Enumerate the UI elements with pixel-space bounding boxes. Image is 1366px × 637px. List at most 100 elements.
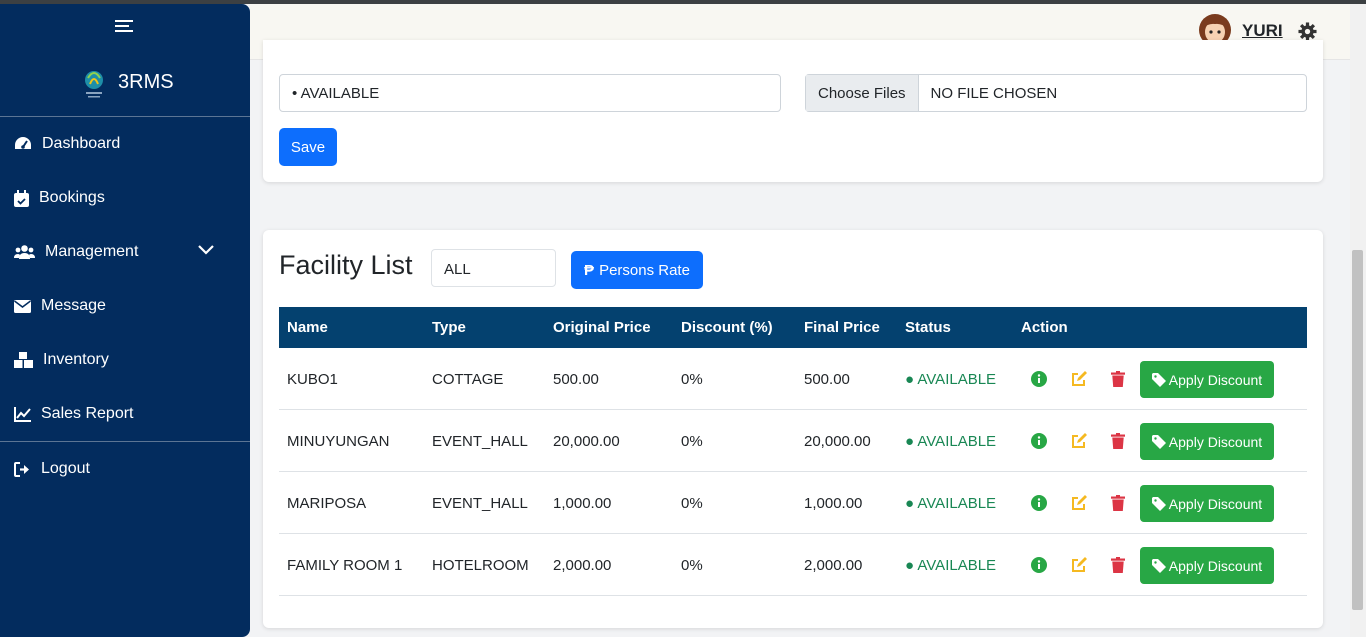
cell-name: MINUYUNGAN	[287, 433, 390, 450]
cell-original-price: 2,000.00	[553, 557, 612, 574]
table-header: Name Type Original Price Discount (%) Fi…	[279, 307, 1307, 348]
column-header: Discount (%)	[681, 319, 773, 336]
cell-final-price: 20,000.00	[804, 433, 871, 450]
trash-icon[interactable]	[1111, 371, 1125, 387]
facility-form-card: • AVAILABLE Choose Files NO FILE CHOSEN …	[263, 40, 1323, 182]
persons-rate-button[interactable]: ₱ Persons Rate	[571, 251, 703, 289]
column-header: Status	[905, 319, 951, 336]
status-badge: ● AVAILABLE	[905, 433, 997, 450]
tag-icon	[1151, 558, 1166, 573]
cell-type: COTTAGE	[432, 371, 504, 388]
edit-icon[interactable]	[1071, 495, 1088, 511]
cell-type: EVENT_HALL	[432, 495, 528, 512]
status-badge: ● AVAILABLE	[905, 557, 997, 574]
logout-icon	[14, 461, 29, 477]
cell-type: HOTELROOM	[432, 557, 529, 574]
trash-icon[interactable]	[1111, 495, 1125, 511]
apply-discount-label: Apply Discount	[1168, 557, 1263, 574]
edit-icon[interactable]	[1071, 433, 1088, 449]
column-header: Type	[432, 319, 466, 336]
sidebar-item-label: Message	[41, 297, 106, 314]
apply-discount-button[interactable]: Apply Discount	[1140, 423, 1274, 460]
sidebar-item-bookings[interactable]: Bookings	[14, 189, 234, 207]
status-badge: ● AVAILABLE	[905, 371, 997, 388]
edit-icon[interactable]	[1071, 557, 1088, 573]
tag-icon	[1151, 496, 1166, 511]
hamburger-menu-icon[interactable]	[115, 20, 133, 34]
cell-type: EVENT_HALL	[432, 433, 528, 450]
cell-discount: 0%	[681, 557, 703, 574]
cell-name: FAMILY ROOM 1	[287, 557, 403, 574]
sidebar-item-label: Sales Report	[41, 405, 134, 422]
trash-icon[interactable]	[1111, 557, 1125, 573]
table-row: FAMILY ROOM 1 HOTELROOM 2,000.00 0% 2,00…	[279, 534, 1307, 596]
apply-discount-button[interactable]: Apply Discount	[1140, 547, 1274, 584]
calendar-check-icon	[14, 189, 29, 207]
sidebar-divider	[0, 441, 250, 442]
facility-list-title: Facility List	[279, 250, 413, 280]
sidebar-item-label: Inventory	[43, 351, 109, 368]
apply-discount-label: Apply Discount	[1168, 495, 1263, 512]
scrollbar-thumb[interactable]	[1352, 250, 1363, 610]
cell-final-price: 2,000.00	[804, 557, 863, 574]
cell-original-price: 1,000.00	[553, 495, 612, 512]
file-upload-input[interactable]: Choose Files NO FILE CHOSEN	[805, 74, 1307, 112]
info-icon[interactable]	[1031, 371, 1047, 387]
cell-name: KUBO1	[287, 371, 338, 388]
dashboard-icon	[15, 137, 31, 149]
sidebar-item-label: Management	[45, 243, 139, 260]
facility-filter-select[interactable]: ALL	[431, 249, 556, 287]
sidebar-item-label: Bookings	[39, 189, 105, 206]
column-header: Action	[1021, 319, 1068, 336]
status-badge: ● AVAILABLE	[905, 495, 997, 512]
chevron-down-icon[interactable]	[198, 245, 214, 255]
cell-original-price: 20,000.00	[553, 433, 620, 450]
choose-files-button[interactable]: Choose Files	[806, 75, 919, 111]
envelope-icon	[14, 299, 31, 313]
peso-icon: ₱	[584, 261, 595, 279]
apply-discount-label: Apply Discount	[1168, 371, 1263, 388]
info-icon[interactable]	[1031, 557, 1047, 573]
persons-rate-label: Persons Rate	[599, 261, 690, 279]
cell-original-price: 500.00	[553, 371, 599, 388]
chart-line-icon	[14, 406, 31, 422]
username-link[interactable]: YURI	[1242, 21, 1283, 41]
column-header: Final Price	[804, 319, 880, 336]
brand: 3RMS	[80, 64, 174, 100]
info-icon[interactable]	[1031, 495, 1047, 511]
boxes-icon	[14, 352, 33, 368]
cell-discount: 0%	[681, 495, 703, 512]
sidebar-item-logout[interactable]: Logout	[14, 460, 234, 478]
cell-discount: 0%	[681, 371, 703, 388]
trash-icon[interactable]	[1111, 433, 1125, 449]
cell-final-price: 500.00	[804, 371, 850, 388]
tag-icon	[1151, 372, 1166, 387]
column-header: Original Price	[553, 319, 651, 336]
sidebar-item-sales-report[interactable]: Sales Report	[14, 405, 234, 423]
sidebar-item-dashboard[interactable]: Dashboard	[14, 135, 234, 153]
info-icon[interactable]	[1031, 433, 1047, 449]
cell-name: MARIPOSA	[287, 495, 367, 512]
save-button[interactable]: Save	[279, 128, 337, 166]
users-icon	[14, 245, 35, 259]
edit-icon[interactable]	[1071, 371, 1088, 387]
brand-name: 3RMS	[118, 70, 174, 93]
column-header: Name	[287, 319, 328, 336]
status-select[interactable]: • AVAILABLE	[279, 74, 781, 112]
apply-discount-label: Apply Discount	[1168, 433, 1263, 450]
table-row: MINUYUNGAN EVENT_HALL 20,000.00 0% 20,00…	[279, 410, 1307, 472]
apply-discount-button[interactable]: Apply Discount	[1140, 485, 1274, 522]
sidebar-divider	[0, 116, 250, 117]
sidebar-item-inventory[interactable]: Inventory	[14, 351, 234, 369]
sidebar: 3RMS Dashboard Bookings Management Messa…	[0, 4, 250, 637]
sidebar-item-message[interactable]: Message	[14, 297, 234, 315]
sidebar-item-label: Logout	[41, 460, 90, 477]
facility-table: Name Type Original Price Discount (%) Fi…	[279, 307, 1307, 596]
sidebar-item-label: Dashboard	[42, 135, 121, 152]
table-row: MARIPOSA EVENT_HALL 1,000.00 0% 1,000.00…	[279, 472, 1307, 534]
apply-discount-button[interactable]: Apply Discount	[1140, 361, 1274, 398]
gear-icon[interactable]	[1298, 22, 1317, 41]
cell-final-price: 1,000.00	[804, 495, 863, 512]
sidebar-item-management[interactable]: Management	[14, 243, 234, 261]
table-row: KUBO1 COTTAGE 500.00 0% 500.00 ● AVAILAB…	[279, 348, 1307, 410]
